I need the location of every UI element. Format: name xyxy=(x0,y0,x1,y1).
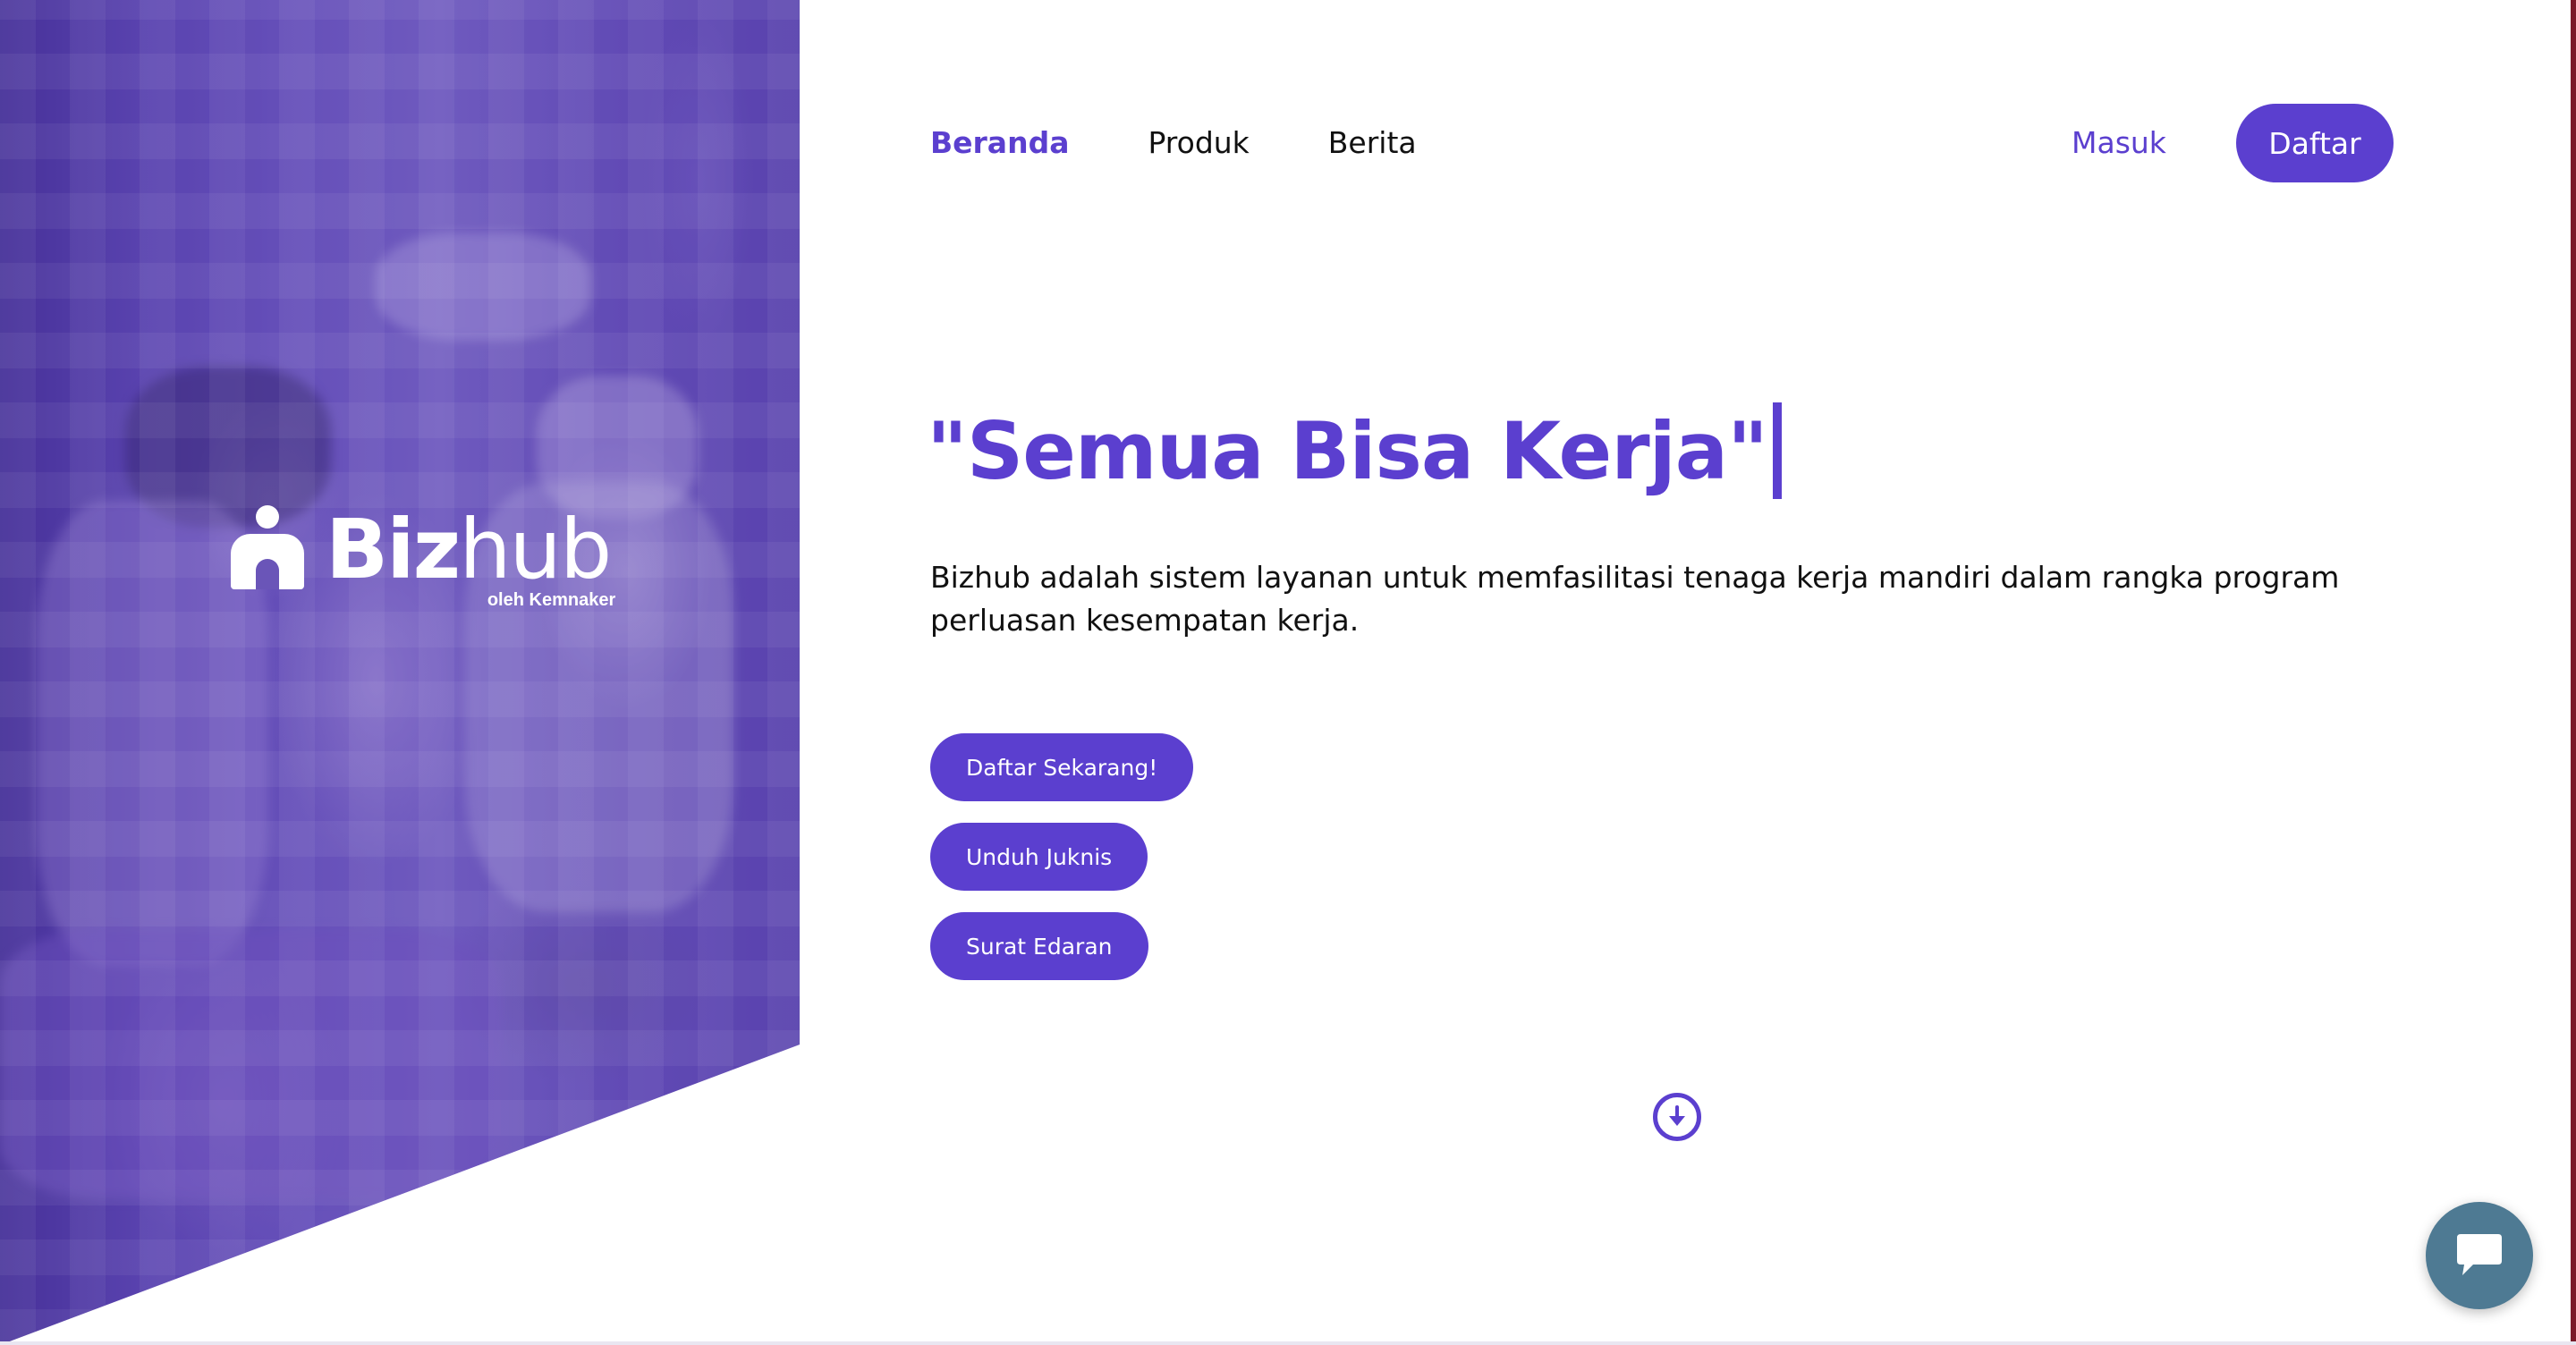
typing-caret xyxy=(1773,402,1783,499)
register-now-button[interactable]: Daftar Sekarang! xyxy=(930,733,1194,801)
scroll-down-button[interactable] xyxy=(1653,1093,1701,1141)
hero-color-overlay xyxy=(0,0,800,1345)
hero-description: Bizhub adalah sistem layanan untuk memfa… xyxy=(930,560,2340,638)
main-nav: Beranda Produk Berita xyxy=(930,116,1496,170)
brand-wordmark: Bizhub oleh Kemnaker xyxy=(326,509,615,610)
hero-headline-text: "Semua Bisa Kerja" xyxy=(927,404,1768,497)
chat-launcher-button[interactable] xyxy=(2426,1202,2533,1309)
brand-tagline: oleh Kemnaker xyxy=(487,590,616,610)
arrow-down-circle-icon xyxy=(1669,1105,1685,1126)
window-edge xyxy=(2571,0,2576,1345)
signup-button[interactable]: Daftar xyxy=(2236,104,2394,182)
nav-item-produk[interactable]: Produk xyxy=(1148,116,1249,170)
circular-letter-button[interactable]: Surat Edaran xyxy=(930,912,1148,980)
window-edge xyxy=(0,1341,2576,1345)
download-guide-button[interactable]: Unduh Juknis xyxy=(930,823,1148,891)
hero-image-panel: Bizhub oleh Kemnaker xyxy=(0,0,800,1345)
brand-name-light: hub xyxy=(459,502,612,597)
brand-logo: Bizhub oleh Kemnaker xyxy=(229,505,615,610)
nav-item-berita[interactable]: Berita xyxy=(1328,116,1417,170)
brand-name-bold: Biz xyxy=(326,502,461,597)
person-arch-icon xyxy=(229,505,306,591)
login-link[interactable]: Masuk xyxy=(2072,116,2166,170)
nav-item-beranda[interactable]: Beranda xyxy=(930,116,1069,170)
hero-headline: "Semua Bisa Kerja" xyxy=(927,402,1783,499)
chat-bubble-icon xyxy=(2457,1234,2502,1275)
